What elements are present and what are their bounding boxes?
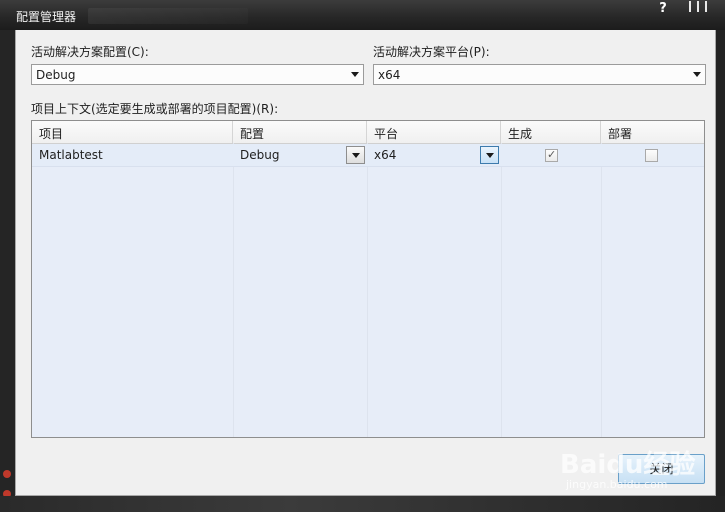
chevron-down-icon (693, 72, 701, 77)
close-icon-bar-3 (705, 1, 707, 12)
active-platform-label: 活动解决方案平台(P): (373, 45, 490, 59)
grid-header: 项目 配置 平台 生成 部署 (32, 121, 704, 144)
column-header-platform[interactable]: 平台 (367, 121, 501, 143)
window-close-button[interactable] (684, 0, 714, 14)
background-left (0, 30, 15, 498)
checkmark-icon: ✓ (547, 148, 557, 161)
cell-platform: x64 (374, 148, 397, 162)
project-contexts-grid[interactable]: 项目 配置 平台 生成 部署 Matlabtest Debug x64 ✓ (31, 120, 705, 438)
title-bar: 配置管理器 ? (0, 0, 725, 31)
platform-dropdown-button[interactable] (480, 146, 499, 164)
close-button[interactable]: 关闭 (618, 454, 705, 484)
active-platform-value: x64 (378, 68, 401, 82)
column-header-config[interactable]: 配置 (233, 121, 367, 143)
active-config-label: 活动解决方案配置(C): (31, 45, 149, 59)
column-header-project[interactable]: 项目 (32, 121, 233, 143)
build-checkbox[interactable]: ✓ (545, 148, 558, 162)
window-title: 配置管理器 (16, 10, 77, 24)
cell-config: Debug (240, 148, 280, 162)
close-icon-bar-1 (689, 1, 691, 12)
column-divider (601, 143, 602, 437)
table-row[interactable]: Matlabtest Debug x64 ✓ (32, 144, 704, 167)
close-icon-bar-2 (697, 1, 699, 12)
chevron-down-icon (486, 153, 494, 158)
background-right (715, 30, 725, 496)
background-title-blur (88, 8, 248, 24)
background-dot (3, 470, 11, 478)
column-header-deploy[interactable]: 部署 (601, 121, 704, 143)
project-contexts-label: 项目上下文(选定要生成或部署的项目配置)(R): (31, 102, 279, 116)
column-divider (233, 143, 234, 437)
help-button[interactable]: ? (655, 1, 671, 17)
configuration-manager-dialog: 活动解决方案配置(C): Debug 活动解决方案平台(P): x64 项目上下… (15, 30, 716, 496)
column-divider (501, 143, 502, 437)
chevron-down-icon (352, 153, 360, 158)
active-platform-combo[interactable]: x64 (373, 64, 706, 85)
column-divider (367, 143, 368, 437)
deploy-checkbox[interactable] (645, 149, 658, 162)
active-config-combo[interactable]: Debug (31, 64, 364, 85)
active-config-value: Debug (36, 68, 76, 82)
cell-project: Matlabtest (39, 148, 103, 162)
background-bottom (0, 496, 725, 512)
chevron-down-icon (351, 72, 359, 77)
config-dropdown-button[interactable] (346, 146, 365, 164)
column-header-build[interactable]: 生成 (501, 121, 601, 143)
